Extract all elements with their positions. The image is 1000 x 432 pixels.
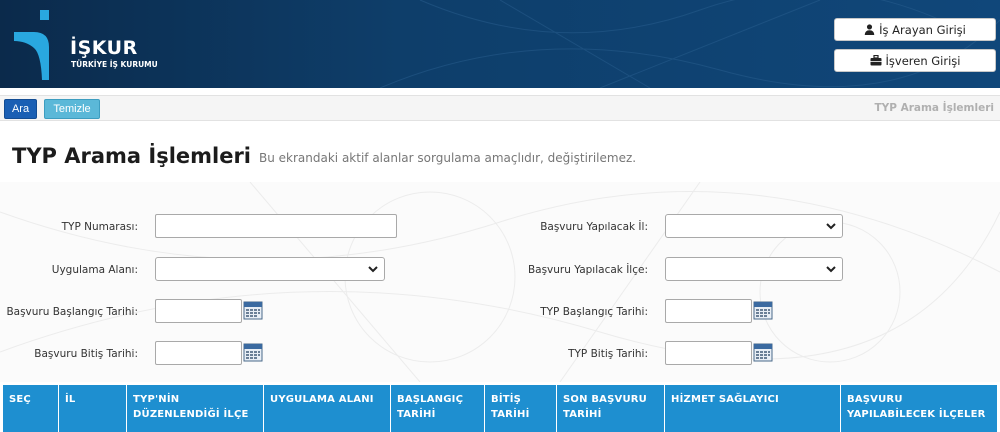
apply-province-select[interactable] (665, 214, 843, 238)
logo-subtext: TÜRKİYE İŞ KURUMU (71, 60, 158, 69)
calendar-icon[interactable] (243, 342, 263, 362)
page-subtitle: Bu ekrandaki aktif alanlar sorgulama ama… (259, 151, 637, 165)
briefcase-icon (870, 55, 881, 66)
job-seeker-login-button[interactable]: İş Arayan Girişi (834, 18, 996, 41)
chevron-down-icon (368, 266, 378, 273)
column-header-select[interactable]: SEÇ (3, 385, 59, 432)
search-button[interactable]: Ara (4, 99, 37, 119)
employer-login-label: İşveren Girişi (885, 53, 961, 68)
user-icon (864, 24, 875, 35)
page-title: TYP Arama İşlemleri (12, 144, 252, 168)
column-header-end-date[interactable]: BİTİŞ TARİHİ (485, 385, 557, 432)
column-header-start-date[interactable]: BAŞLANGIÇ TARİHİ (391, 385, 485, 432)
typ-number-label: TYP Numarası: (61, 221, 138, 233)
typ-start-date-input[interactable] (665, 299, 752, 323)
employer-login-button[interactable]: İşveren Girişi (834, 49, 996, 72)
apply-district-label: Başvuru Yapılacak İlçe: (527, 264, 648, 276)
column-header-district[interactable]: TYP'NİN DÜZENLENDİĞİ İLÇE (127, 385, 264, 432)
typ-end-date-input[interactable] (665, 341, 752, 365)
column-header-last-apply-date[interactable]: SON BAŞVURU TARİHİ (557, 385, 665, 432)
iskur-logo[interactable]: İŞKUR TÜRKİYE İŞ KURUMU (14, 10, 174, 80)
results-table-header: SEÇ İL TYP'NİN DÜZENLENDİĞİ İLÇE UYGULAM… (3, 385, 997, 432)
application-area-select[interactable] (155, 257, 385, 281)
site-header: İŞKUR TÜRKİYE İŞ KURUMU İş Arayan Girişi… (0, 0, 1000, 88)
calendar-icon[interactable] (753, 342, 773, 362)
apply-province-label: Başvuru Yapılacak İl: (540, 221, 648, 233)
column-header-application-area[interactable]: UYGULAMA ALANI (264, 385, 391, 432)
action-toolbar: Ara Temizle TYP Arama İşlemleri (0, 95, 1000, 121)
calendar-icon[interactable] (753, 300, 773, 320)
search-form: TYP Numarası: Uygulama Alanı: Başvuru Ba… (0, 182, 1000, 382)
typ-end-date-label: TYP Bitiş Tarihi: (568, 348, 648, 360)
toolbar-title: TYP Arama İşlemleri (874, 102, 994, 114)
column-header-province[interactable]: İL (59, 385, 127, 432)
typ-start-date-label: TYP Başlangıç Tarihi: (540, 306, 648, 318)
apply-district-select[interactable] (665, 257, 843, 281)
form-background-pattern (0, 182, 1000, 382)
typ-number-input[interactable] (155, 214, 397, 238)
apply-end-date-label: Başvuru Bitiş Tarihi: (34, 348, 138, 360)
column-header-apply-districts[interactable]: BAŞVURU YAPILABİLECEK İLÇELER (841, 385, 997, 432)
chevron-down-icon (826, 266, 836, 273)
column-header-service-provider[interactable]: HİZMET SAĞLAYICI (665, 385, 841, 432)
job-seeker-login-label: İş Arayan Girişi (879, 22, 966, 37)
clear-button[interactable]: Temizle (44, 99, 100, 119)
apply-start-date-input[interactable] (155, 299, 242, 323)
logo-text: İŞKUR (70, 37, 138, 59)
chevron-down-icon (826, 223, 836, 230)
iskur-logo-icon (14, 10, 49, 80)
apply-end-date-input[interactable] (155, 341, 242, 365)
application-area-label: Uygulama Alanı: (51, 264, 138, 276)
apply-start-date-label: Başvuru Başlangıç Tarihi: (6, 306, 138, 318)
calendar-icon[interactable] (243, 300, 263, 320)
